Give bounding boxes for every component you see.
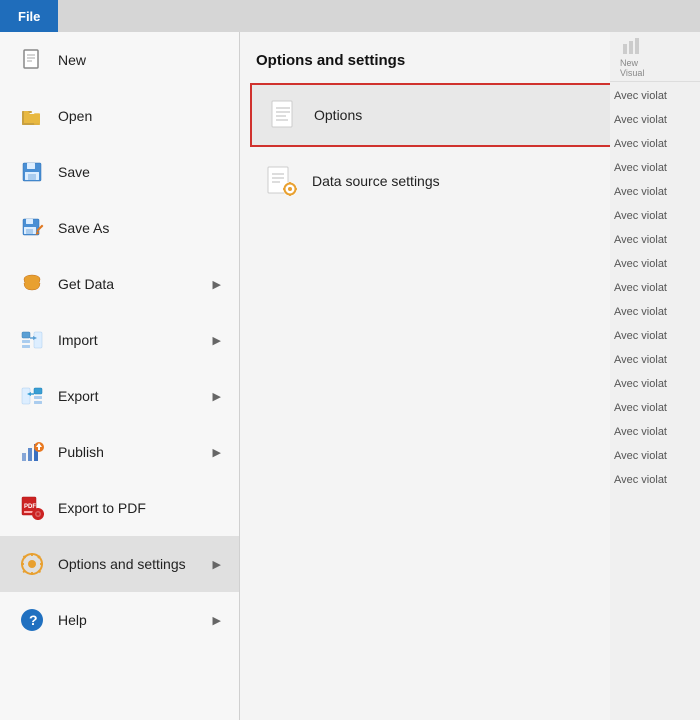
sidebar-item-open[interactable]: Open xyxy=(0,88,239,144)
getdata-icon xyxy=(18,270,46,298)
publish-icon xyxy=(18,438,46,466)
sidebar-item-export-pdf-label: Export to PDF xyxy=(58,500,221,516)
bg-row-8: Avec violat xyxy=(610,254,700,278)
sidebar-item-save[interactable]: Save xyxy=(0,144,239,200)
bg-rows: Avec violat Avec violat Avec violat Avec… xyxy=(610,82,700,498)
bg-row-7: Avec violat xyxy=(610,230,700,254)
bg-row-5: Avec violat xyxy=(610,182,700,206)
sidebar-item-publish-label: Publish xyxy=(58,444,201,460)
publish-arrow: ▶ xyxy=(213,446,221,459)
help-arrow: ▶ xyxy=(213,614,221,627)
save-icon xyxy=(18,158,46,186)
sidebar: New Open xyxy=(0,32,240,720)
bg-content: NewVisual Avec violat Avec violat Avec v… xyxy=(610,32,700,720)
bg-row-14: Avec violat xyxy=(610,398,700,422)
svg-text:PDF: PDF xyxy=(24,504,36,510)
app-container: File New xyxy=(0,0,700,720)
sidebar-item-export[interactable]: Export ▶ xyxy=(0,368,239,424)
sidebar-item-new-label: New xyxy=(58,52,221,68)
svg-text:?: ? xyxy=(29,612,38,628)
options-settings-icon xyxy=(18,550,46,578)
bg-new-visual-btn: NewVisual xyxy=(614,34,650,80)
sidebar-item-import[interactable]: Import ▶ xyxy=(0,312,239,368)
bg-row-9: Avec violat xyxy=(610,278,700,302)
right-panel: Options and settings Options xyxy=(240,32,700,720)
options-item-options-label: Options xyxy=(314,107,362,123)
bg-row-11: Avec violat xyxy=(610,326,700,350)
import-arrow: ▶ xyxy=(213,334,221,347)
export-pdf-icon: PDF xyxy=(18,494,46,522)
bg-row-10: Avec violat xyxy=(610,302,700,326)
options-item-datasource-label: Data source settings xyxy=(312,173,440,189)
options-panel: Options and settings Options xyxy=(240,32,640,211)
new-visual-label: NewVisual xyxy=(620,58,644,78)
bg-row-17: Avec violat xyxy=(610,470,700,494)
sidebar-item-saveas-label: Save As xyxy=(58,220,221,236)
sidebar-item-open-label: Open xyxy=(58,108,221,124)
sidebar-item-options-settings-label: Options and settings xyxy=(58,556,201,572)
sidebar-item-saveas[interactable]: Save As xyxy=(0,200,239,256)
datasource-gear-icon xyxy=(266,165,298,197)
sidebar-item-export-label: Export xyxy=(58,388,201,404)
help-icon: ? xyxy=(18,606,46,634)
bg-toolbar: NewVisual xyxy=(610,32,700,82)
new-icon xyxy=(18,46,46,74)
bg-row-15: Avec violat xyxy=(610,422,700,446)
saveas-icon xyxy=(18,214,46,242)
sidebar-item-import-label: Import xyxy=(58,332,201,348)
sidebar-item-options-settings[interactable]: Options and settings ▶ xyxy=(0,536,239,592)
getdata-arrow: ▶ xyxy=(213,278,221,291)
sidebar-item-publish[interactable]: Publish ▶ xyxy=(0,424,239,480)
sidebar-item-help[interactable]: ? Help ▶ xyxy=(0,592,239,648)
sidebar-item-getdata[interactable]: Get Data ▶ xyxy=(0,256,239,312)
bg-row-12: Avec violat xyxy=(610,350,700,374)
sidebar-item-save-label: Save xyxy=(58,164,221,180)
sidebar-item-new[interactable]: New xyxy=(0,32,239,88)
export-arrow: ▶ xyxy=(213,390,221,403)
bg-row-1: Avec violat xyxy=(610,86,700,110)
options-settings-arrow: ▶ xyxy=(213,558,221,571)
main-area: New Open xyxy=(0,32,700,720)
bg-row-3: Avec violat xyxy=(610,134,700,158)
bg-row-6: Avec violat xyxy=(610,206,700,230)
bg-row-2: Avec violat xyxy=(610,110,700,134)
import-icon xyxy=(18,326,46,354)
options-item-options[interactable]: Options xyxy=(250,83,630,147)
file-tab[interactable]: File xyxy=(0,0,58,32)
options-item-datasource[interactable]: Data source settings xyxy=(250,151,630,211)
options-panel-title: Options and settings xyxy=(240,44,640,79)
file-tab-bar: File xyxy=(0,0,700,32)
sidebar-item-getdata-label: Get Data xyxy=(58,276,201,292)
bg-row-13: Avec violat xyxy=(610,374,700,398)
open-icon xyxy=(18,102,46,130)
options-document-icon xyxy=(268,99,300,131)
bg-row-16: Avec violat xyxy=(610,446,700,470)
bg-row-4: Avec violat xyxy=(610,158,700,182)
export-icon xyxy=(18,382,46,410)
sidebar-item-help-label: Help xyxy=(58,612,201,628)
sidebar-item-export-pdf[interactable]: PDF Export to PDF xyxy=(0,480,239,536)
